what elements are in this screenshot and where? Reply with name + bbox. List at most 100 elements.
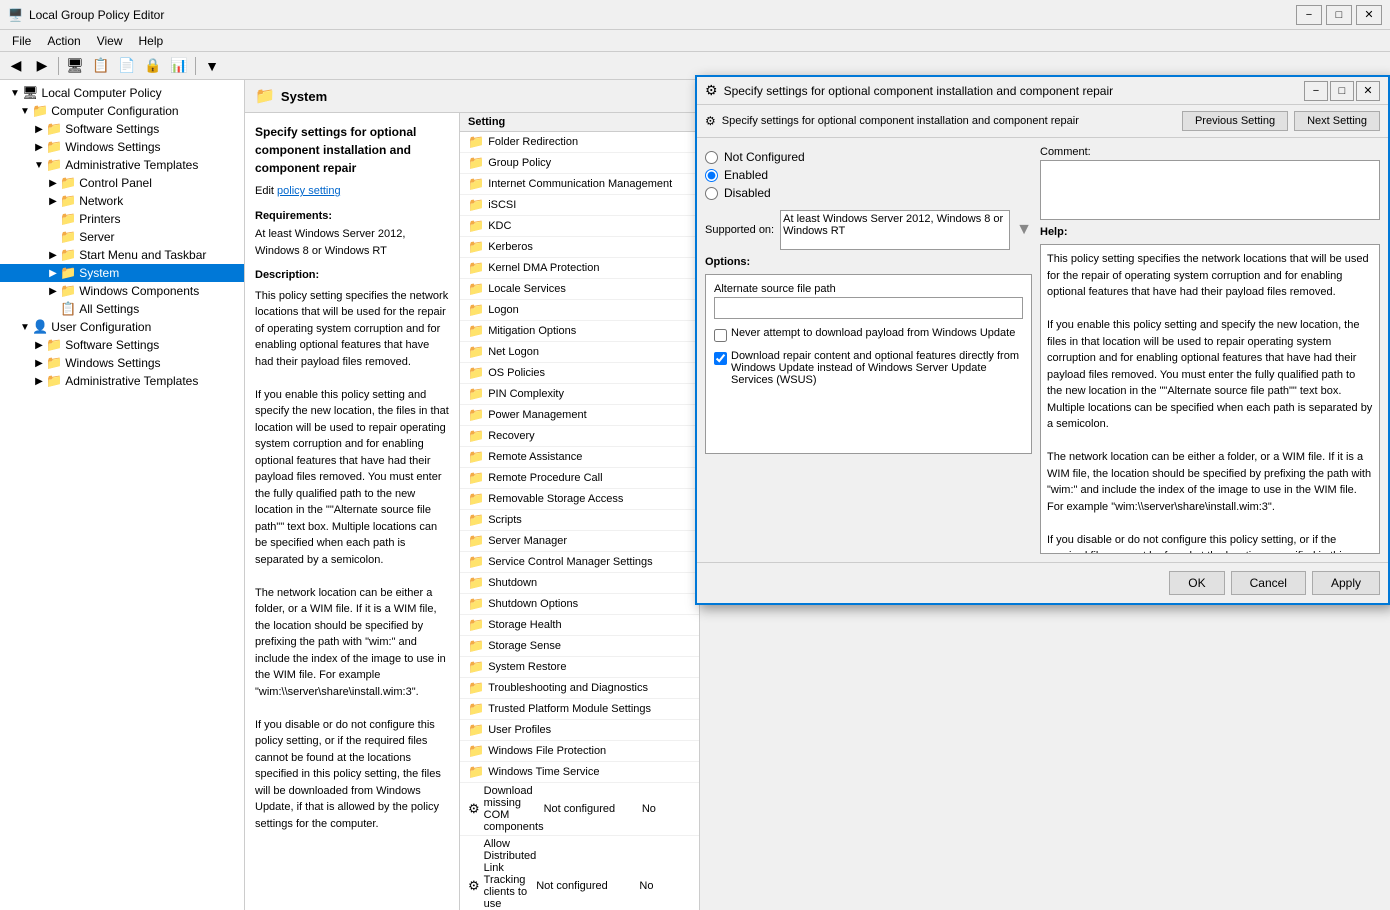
list-item[interactable]: 📁Scripts xyxy=(460,510,699,531)
list-item[interactable]: 📁OS Policies xyxy=(460,363,699,384)
item-icon: 📁 xyxy=(468,554,484,570)
toolbar-computer[interactable]: 🖥 xyxy=(63,55,87,77)
tree-item-server[interactable]: 📁 Server xyxy=(0,228,244,246)
close-button[interactable]: ✕ xyxy=(1356,5,1382,25)
apply-button[interactable]: Apply xyxy=(1312,571,1380,595)
list-item[interactable]: 📁Troubleshooting and Diagnostics xyxy=(460,678,699,699)
list-item[interactable]: 📁Storage Sense xyxy=(460,636,699,657)
list-item[interactable]: 📁Mitigation Options xyxy=(460,321,699,342)
list-item[interactable]: 📁Windows File Protection xyxy=(460,741,699,762)
radio-disabled[interactable]: Disabled xyxy=(705,186,1032,200)
radio-not-configured-input[interactable] xyxy=(705,151,718,164)
toolbar-back[interactable]: ◀ xyxy=(4,55,28,77)
list-item[interactable]: 📁Remote Assistance xyxy=(460,447,699,468)
next-setting-button[interactable]: Next Setting xyxy=(1294,111,1380,131)
list-item[interactable]: 📁Service Control Manager Settings xyxy=(460,552,699,573)
list-item[interactable]: 📁Group Policy xyxy=(460,153,699,174)
list-item[interactable]: 📁iSCSI xyxy=(460,195,699,216)
dialog-maximize[interactable]: □ xyxy=(1330,81,1354,101)
list-item[interactable]: 📁System Restore xyxy=(460,657,699,678)
list-item[interactable]: 📁Windows Time Service xyxy=(460,762,699,783)
radio-not-configured[interactable]: Not Configured xyxy=(705,150,1032,164)
toolbar-filter[interactable]: ▼ xyxy=(200,55,224,77)
policy-setting-link[interactable]: policy setting xyxy=(277,185,341,197)
item-icon: 📁 xyxy=(468,575,484,591)
cancel-button[interactable]: Cancel xyxy=(1231,571,1306,595)
list-item[interactable]: ⚙Download missing COM componentsNot conf… xyxy=(460,783,699,836)
list-item[interactable]: 📁Shutdown xyxy=(460,573,699,594)
tree-icon: 📋 xyxy=(60,301,76,317)
list-item[interactable]: 📁Internet Communication Management xyxy=(460,174,699,195)
list-item[interactable]: 📁PIN Complexity xyxy=(460,384,699,405)
list-item[interactable]: ⚙Allow Distributed Link Tracking clients… xyxy=(460,836,699,910)
tree-item-local-computer-policy[interactable]: ▼ 🖥 Local Computer Policy xyxy=(0,84,244,102)
tree-item-printers[interactable]: 📁 Printers xyxy=(0,210,244,228)
menu-help[interactable]: Help xyxy=(131,32,172,50)
list-item[interactable]: 📁KDC xyxy=(460,216,699,237)
tree-item-all-settings[interactable]: 📋 All Settings xyxy=(0,300,244,318)
tree-item-windows-settings-cc[interactable]: ▶ 📁 Windows Settings xyxy=(0,138,244,156)
toolbar-doc[interactable]: 📄 xyxy=(115,55,139,77)
toolbar-lock[interactable]: 🔒 xyxy=(141,55,165,77)
tree-item-user-configuration[interactable]: ▼ 👤 User Configuration xyxy=(0,318,244,336)
list-item[interactable]: 📁Remote Procedure Call xyxy=(460,468,699,489)
list-item[interactable]: 📁Net Logon xyxy=(460,342,699,363)
tree-icon: 📁 xyxy=(60,265,76,281)
item-icon: 📁 xyxy=(468,491,484,507)
alternate-source-input[interactable] xyxy=(714,297,1023,319)
list-item[interactable]: 📁Power Management xyxy=(460,405,699,426)
tree-item-administrative-templates[interactable]: ▼ 📁 Administrative Templates xyxy=(0,156,244,174)
toolbar-chart[interactable]: 📊 xyxy=(167,55,191,77)
col-setting: Setting xyxy=(468,116,691,128)
list-item[interactable]: 📁Removable Storage Access xyxy=(460,489,699,510)
checkbox2-input[interactable] xyxy=(714,352,727,365)
minimize-button[interactable]: − xyxy=(1296,5,1322,25)
list-item[interactable]: 📁User Profiles xyxy=(460,720,699,741)
list-item[interactable]: 📁Recovery xyxy=(460,426,699,447)
tree-icon: 📁 xyxy=(46,373,62,389)
ok-button[interactable]: OK xyxy=(1169,571,1224,595)
toolbar-list[interactable]: 📋 xyxy=(89,55,113,77)
tree-item-network[interactable]: ▶ 📁 Network xyxy=(0,192,244,210)
options-label: Options: xyxy=(705,256,1032,268)
dialog-minimize[interactable]: − xyxy=(1304,81,1328,101)
tree-item-windows-components[interactable]: ▶ 📁 Windows Components xyxy=(0,282,244,300)
toolbar-forward[interactable]: ▶ xyxy=(30,55,54,77)
comment-textarea[interactable] xyxy=(1040,160,1380,220)
radio-enabled[interactable]: Enabled xyxy=(705,168,1032,182)
radio-enabled-input[interactable] xyxy=(705,169,718,182)
menu-file[interactable]: File xyxy=(4,32,39,50)
middle-content: Specify settings for optional component … xyxy=(245,113,699,910)
list-item[interactable]: 📁Server Manager xyxy=(460,531,699,552)
menu-action[interactable]: Action xyxy=(39,32,88,50)
help-text-1: This policy setting specifies the networ… xyxy=(1047,251,1373,301)
tree-label: Local Computer Policy xyxy=(42,86,162,100)
dialog-close[interactable]: ✕ xyxy=(1356,81,1380,101)
list-item[interactable]: 📁Logon xyxy=(460,300,699,321)
radio-disabled-input[interactable] xyxy=(705,187,718,200)
tree-item-software-settings-uc[interactable]: ▶ 📁 Software Settings xyxy=(0,336,244,354)
checkbox1-input[interactable] xyxy=(714,329,727,342)
list-item[interactable]: 📁Trusted Platform Module Settings xyxy=(460,699,699,720)
list-item[interactable]: 📁Kerberos xyxy=(460,237,699,258)
list-item[interactable]: 📁Storage Health xyxy=(460,615,699,636)
list-item[interactable]: 📁Shutdown Options xyxy=(460,594,699,615)
supported-scroll-down[interactable]: ▼ xyxy=(1016,221,1032,239)
dialog-title: Specify settings for optional component … xyxy=(724,84,1304,98)
middle-header: 📁 System xyxy=(245,80,699,113)
list-item[interactable]: 📁Locale Services xyxy=(460,279,699,300)
tree-arrow: ▶ xyxy=(32,124,46,135)
item-icon: ⚙ xyxy=(468,801,480,817)
tree-item-computer-configuration[interactable]: ▼ 📁 Computer Configuration xyxy=(0,102,244,120)
tree-item-administrative-templates-uc[interactable]: ▶ 📁 Administrative Templates xyxy=(0,372,244,390)
tree-item-control-panel[interactable]: ▶ 📁 Control Panel xyxy=(0,174,244,192)
prev-setting-button[interactable]: Previous Setting xyxy=(1182,111,1288,131)
tree-item-start-menu[interactable]: ▶ 📁 Start Menu and Taskbar xyxy=(0,246,244,264)
tree-item-windows-settings-uc[interactable]: ▶ 📁 Windows Settings xyxy=(0,354,244,372)
list-item[interactable]: 📁Folder Redirection xyxy=(460,132,699,153)
list-item[interactable]: 📁Kernel DMA Protection xyxy=(460,258,699,279)
tree-item-system[interactable]: ▶ 📁 System xyxy=(0,264,244,282)
maximize-button[interactable]: □ xyxy=(1326,5,1352,25)
tree-item-software-settings-cc[interactable]: ▶ 📁 Software Settings xyxy=(0,120,244,138)
menu-view[interactable]: View xyxy=(89,32,131,50)
